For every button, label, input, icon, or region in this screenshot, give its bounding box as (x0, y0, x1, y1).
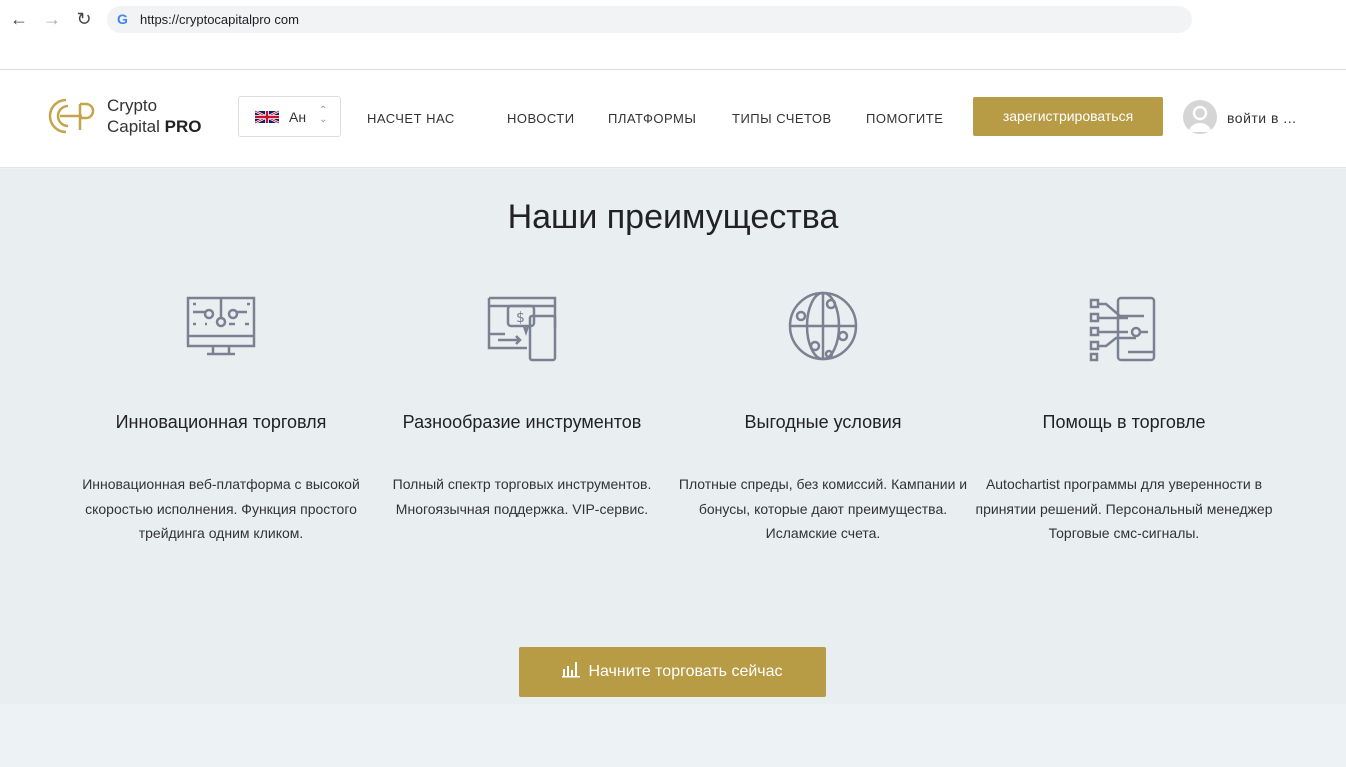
nav-account-types[interactable]: ТИПЫ СЧЕТОВ (732, 111, 832, 126)
logo-line1: Crypto (107, 96, 158, 115)
phone-circuit-icon (1089, 296, 1156, 362)
logo-line2: Capital (107, 117, 160, 136)
reload-button[interactable]: ↻ (73, 8, 95, 30)
uk-flag-icon (255, 110, 279, 124)
nav-news[interactable]: НОВОСТИ (507, 111, 575, 126)
nav-platforms[interactable]: ПЛАТФОРМЫ (608, 111, 696, 126)
dollar-chat-device-icon: $ (487, 296, 557, 362)
nav-about[interactable]: НАСЧЕТ НАС (367, 111, 455, 126)
feature-card: Выгодные условия Плотные спреды, без ком… (673, 290, 973, 541)
feature-card: $ Разнообразие инструментов Полный спект… (372, 290, 672, 517)
logo-text[interactable]: Crypto Capital PRO (107, 95, 202, 137)
feature-text: Autochartist программы для уверенности в… (975, 476, 1273, 541)
bar-chart-icon (562, 649, 581, 699)
language-select[interactable]: Ан ⌃ ⌄ (238, 96, 341, 137)
start-trading-button[interactable]: Начните торговать сейчас (519, 647, 826, 697)
logo-pro: PRO (164, 117, 202, 136)
monitor-circuit-icon (186, 296, 256, 356)
register-button[interactable]: зарегистрироваться (973, 97, 1163, 136)
url-text[interactable]: https://cryptocapitalpro com (140, 12, 299, 27)
address-bar[interactable]: G https://cryptocapitalpro com (107, 6, 1192, 33)
section-title: Наши преимущества (507, 198, 839, 236)
google-icon: G (117, 11, 128, 27)
back-button[interactable]: ← (8, 8, 30, 30)
updown-chevron-icon: ⌃ ⌄ (319, 105, 328, 125)
globe-circuit-icon (788, 291, 858, 361)
browser-toolbar: ← → ↻ G https://cryptocapitalpro com (0, 0, 1346, 70)
feature-text: Плотные спреды, без комиссий. Кампании и… (678, 476, 968, 541)
language-label: Ан (289, 109, 307, 125)
forward-button[interactable]: → (41, 8, 63, 30)
user-avatar-icon[interactable] (1183, 100, 1217, 134)
feature-card: Инновационная торговля Инновационная веб… (71, 290, 371, 541)
cta-label: Начните торговать сейчас (588, 663, 783, 680)
feature-text: Полный спектр торговых инструментов. Мно… (392, 476, 652, 517)
logo-icon[interactable] (46, 96, 98, 136)
svg-text:$: $ (516, 310, 525, 326)
feature-text: Инновационная веб-платформа с высокой ск… (82, 476, 360, 541)
login-link[interactable]: войти в ... (1227, 110, 1297, 126)
feature-card: Помощь в торговле Autochartist программы… (974, 290, 1274, 541)
nav-help[interactable]: ПОМОГИТЕ (866, 111, 943, 126)
